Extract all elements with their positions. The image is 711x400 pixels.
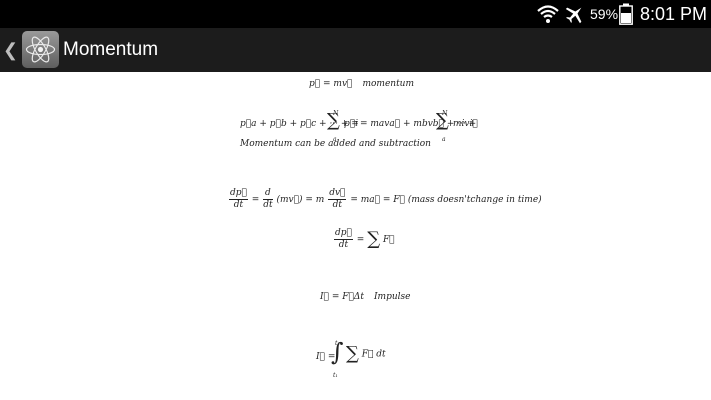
equation-note: Momentum can be added and subtraction	[240, 139, 431, 149]
battery-percent: 59%	[590, 6, 619, 22]
action-bar: ❮ Momentum	[0, 28, 711, 72]
integral-lower-limit: t₁	[333, 372, 338, 379]
page-title: Momentum	[63, 39, 159, 60]
equation-momentum-sum: p⃗a + p⃗b + p⃗c + ··· + =	[240, 119, 359, 129]
integral-symbol: ∫	[331, 338, 344, 366]
chevron-left-icon[interactable]: ❮	[3, 28, 18, 72]
airplane-mode-icon	[564, 0, 586, 28]
clock: 8:01 PM	[640, 3, 708, 24]
equation-impulse: I⃗ = F⃗Δt Impulse	[320, 292, 411, 302]
sum-symbol: ∑	[367, 228, 381, 250]
sum-symbol: ∑	[346, 343, 359, 364]
wifi-icon	[537, 0, 559, 28]
sum-symbol: ∑	[327, 110, 340, 131]
status-bar: 59% 8:01 PM	[0, 0, 711, 28]
equation-impulse-integral-rhs: ∑ F⃗ dt	[346, 343, 386, 364]
equation-term: mivi⃗	[453, 119, 478, 129]
equation-term: p⃗i	[344, 119, 359, 129]
atom-icon[interactable]	[22, 31, 59, 68]
equation-newton-second-law: dp⃗ dt = d dt (mv⃗) = m dv⃗ dt = ma⃗ = F⃗ (…	[229, 188, 542, 210]
sum-lower-limit: a	[442, 136, 446, 143]
equation-content: p⃗ = mv⃗ momentum p⃗a + p⃗b + p⃗c + ··· +…	[0, 72, 711, 400]
battery-icon	[619, 0, 633, 28]
equation-momentum: p⃗ = mv⃗ momentum	[309, 79, 415, 89]
equation-force-sum: dp⃗ dt = ∑ F⃗	[334, 228, 395, 250]
sum-symbol: ∑	[436, 110, 449, 131]
